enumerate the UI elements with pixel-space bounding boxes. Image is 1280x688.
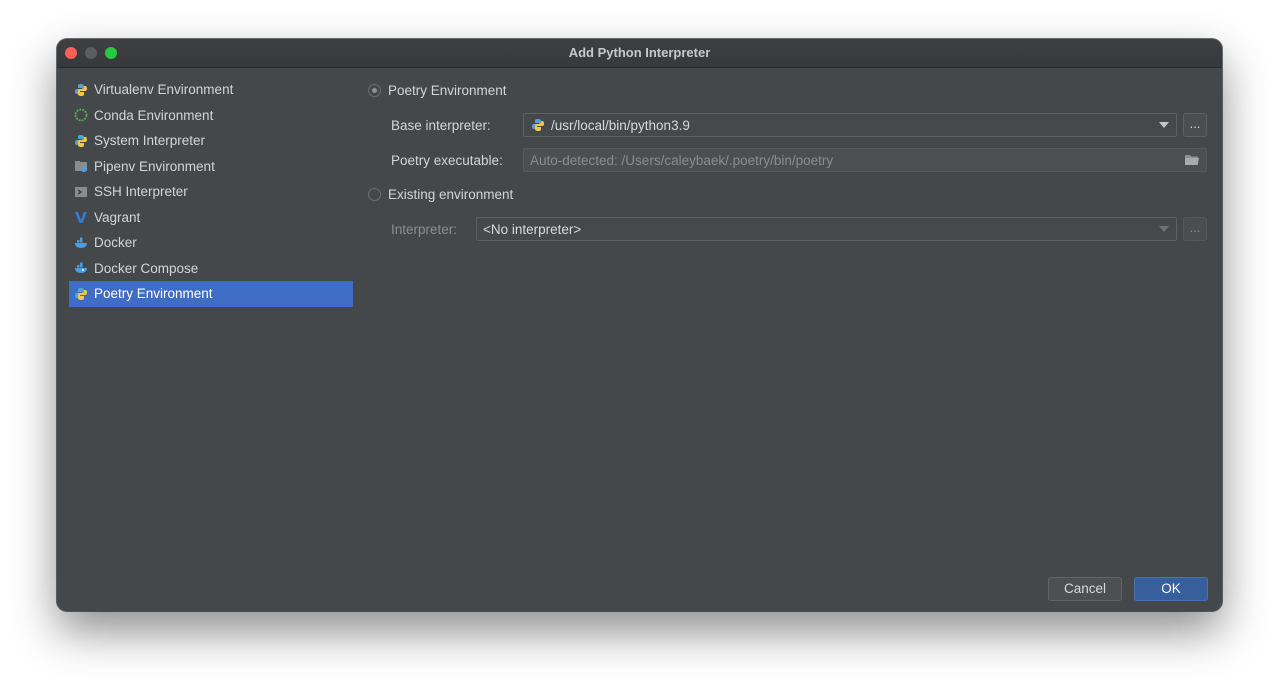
sidebar-item-virtualenv[interactable]: Virtualenv Environment bbox=[69, 77, 353, 103]
sidebar-item-pipenv[interactable]: Pipenv Environment bbox=[69, 154, 353, 180]
existing-environment-label: Existing environment bbox=[388, 187, 514, 202]
sidebar-item-label: Poetry Environment bbox=[94, 286, 213, 302]
terminal-icon bbox=[73, 184, 89, 200]
sidebar-item-ssh[interactable]: SSH Interpreter bbox=[69, 179, 353, 205]
docker-compose-icon bbox=[73, 260, 89, 276]
vagrant-v-icon bbox=[73, 209, 89, 225]
docker-whale-icon bbox=[73, 235, 89, 251]
base-interpreter-value: /usr/local/bin/python3.9 bbox=[551, 117, 690, 133]
sidebar-item-label: Vagrant bbox=[94, 209, 141, 225]
base-interpreter-dropdown[interactable]: /usr/local/bin/python3.9 bbox=[523, 113, 1177, 137]
ok-button[interactable]: OK bbox=[1134, 577, 1208, 601]
sidebar-item-label: Virtualenv Environment bbox=[94, 82, 234, 98]
poetry-executable-label: Poetry executable: bbox=[391, 153, 503, 168]
poetry-environment-label: Poetry Environment bbox=[388, 83, 507, 98]
sidebar-item-poetry[interactable]: Poetry Environment bbox=[69, 281, 353, 307]
sidebar-item-system-interpreter[interactable]: System Interpreter bbox=[69, 128, 353, 154]
python-icon bbox=[530, 117, 546, 133]
interpreter-type-list: Virtualenv Environment Conda Environment… bbox=[69, 77, 353, 307]
poetry-environment-radio[interactable]: Poetry Environment bbox=[368, 83, 507, 98]
sidebar-item-vagrant[interactable]: Vagrant bbox=[69, 205, 353, 231]
python-icon bbox=[73, 133, 89, 149]
sidebar-item-label: SSH Interpreter bbox=[94, 184, 188, 200]
chevron-down-icon bbox=[1159, 122, 1169, 128]
base-interpreter-label: Base interpreter: bbox=[391, 118, 491, 133]
interpreter-value: <No interpreter> bbox=[483, 221, 582, 237]
radio-button-unchecked[interactable] bbox=[368, 188, 381, 201]
browse-interpreter-button[interactable]: ... bbox=[1183, 217, 1207, 241]
browse-base-interpreter-button[interactable]: ... bbox=[1183, 113, 1207, 137]
title-bar: Add Python Interpreter bbox=[57, 39, 1222, 68]
existing-environment-radio[interactable]: Existing environment bbox=[368, 187, 513, 202]
sidebar-item-label: Docker bbox=[94, 235, 137, 251]
radio-button-checked[interactable] bbox=[368, 84, 381, 97]
cancel-button[interactable]: Cancel bbox=[1048, 577, 1122, 601]
sidebar-item-docker[interactable]: Docker bbox=[69, 230, 353, 256]
poetry-executable-field[interactable]: Auto-detected: /Users/caleybaek/.poetry/… bbox=[523, 148, 1207, 172]
pipenv-icon bbox=[73, 158, 89, 174]
interpreter-label: Interpreter: bbox=[391, 222, 458, 237]
sidebar-item-docker-compose[interactable]: Docker Compose bbox=[69, 256, 353, 282]
window-title: Add Python Interpreter bbox=[568, 45, 711, 60]
poetry-executable-placeholder: Auto-detected: /Users/caleybaek/.poetry/… bbox=[530, 152, 834, 168]
poetry-settings-panel: Poetry Environment Base interpreter: /us… bbox=[357, 67, 1222, 611]
conda-ring-icon bbox=[73, 107, 89, 123]
sidebar-item-conda[interactable]: Conda Environment bbox=[69, 103, 353, 129]
sidebar-item-label: Docker Compose bbox=[94, 260, 199, 276]
poetry-icon bbox=[73, 286, 89, 302]
python-virtualenv-icon bbox=[73, 82, 89, 98]
sidebar-item-label: Pipenv Environment bbox=[94, 158, 215, 174]
folder-icon[interactable] bbox=[1184, 153, 1200, 170]
add-python-interpreter-dialog: Add Python Interpreter Virtualenv Enviro… bbox=[57, 39, 1222, 611]
chevron-down-icon bbox=[1159, 226, 1169, 232]
interpreter-dropdown[interactable]: <No interpreter> bbox=[476, 217, 1177, 241]
sidebar-item-label: System Interpreter bbox=[94, 133, 206, 149]
sidebar-item-label: Conda Environment bbox=[94, 107, 214, 123]
